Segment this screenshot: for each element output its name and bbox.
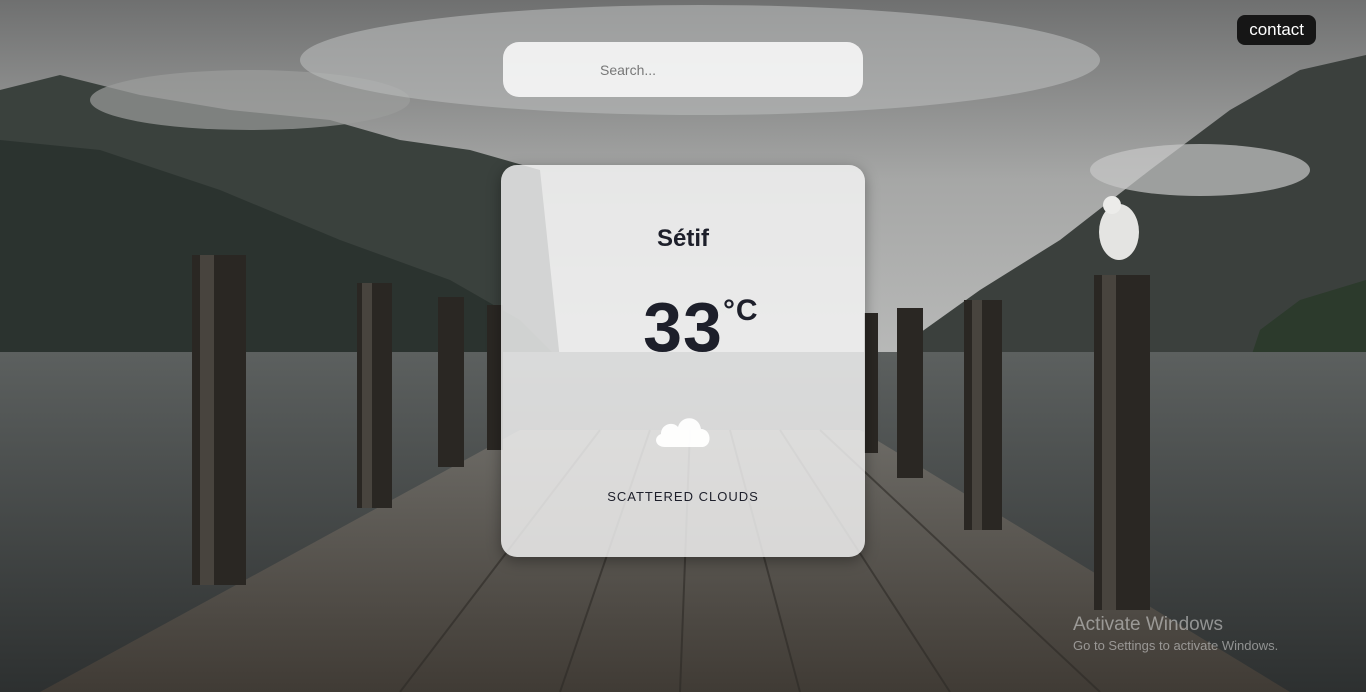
weather-condition: SCATTERED CLOUDS <box>607 489 759 504</box>
cloud-icon <box>656 418 710 447</box>
temperature-unit: °C <box>722 294 759 327</box>
city-row: Sétif <box>501 225 865 253</box>
watermark-subtitle: Go to Settings to activate Windows. <box>1073 638 1279 653</box>
temperature-value: 33 °C <box>643 292 758 362</box>
temperature-row: 33 °C <box>501 292 865 362</box>
weather-card: Sétif 33 °C SCATTERED CLOUDS <box>501 165 865 557</box>
search-input[interactable] <box>598 59 832 81</box>
search-bar[interactable] <box>503 42 863 97</box>
watermark-title: Activate Windows <box>1073 614 1223 635</box>
temperature-number: 33 <box>643 288 723 366</box>
weather-app-page: contact Sétif 33 °C SCATTERED CLOUDS Act… <box>0 0 1366 692</box>
contact-button[interactable]: contact <box>1237 15 1316 45</box>
windows-activation-watermark: Activate Windows Go to Settings to activ… <box>1073 614 1278 656</box>
city-name: Sétif <box>656 225 709 252</box>
